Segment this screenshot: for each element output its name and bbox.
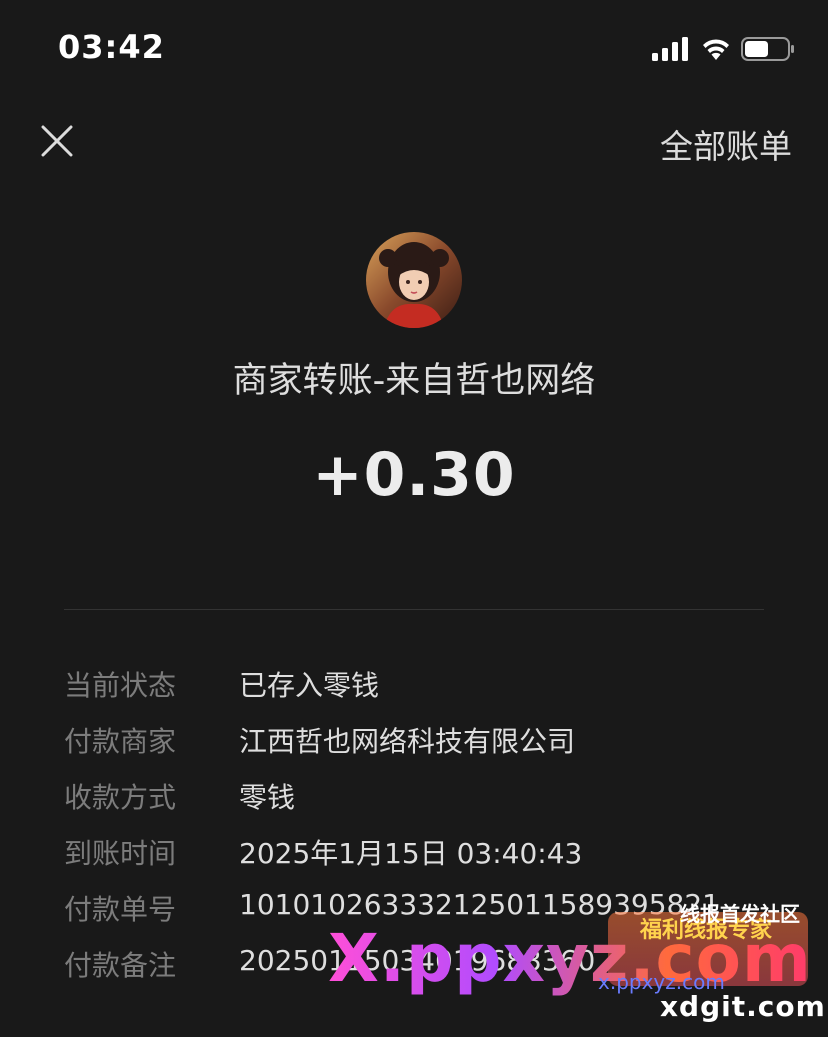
detail-label: 到账时间 [64, 837, 177, 870]
transaction-amount: +0.30 [312, 440, 516, 510]
watermark-domain: xdgit.com [660, 990, 826, 1023]
nav-bar: 全部账单 [0, 110, 828, 170]
detail-value[interactable]: 101010263332125011589395821 [239, 888, 720, 921]
all-bills-link[interactable]: 全部账单 [660, 120, 792, 168]
merchant-avatar [366, 232, 462, 328]
detail-label: 付款备注 [64, 949, 177, 982]
detail-label: 收款方式 [64, 781, 177, 814]
wifi-icon [703, 39, 729, 60]
battery-icon [741, 37, 794, 61]
transaction-title: 商家转账-来自哲也网络 [232, 361, 596, 401]
detail-value: 已存入零钱 [239, 669, 380, 702]
detail-row-method: 收款方式 零钱 [64, 768, 804, 824]
cellular-signal-icon [652, 37, 688, 61]
status-bar: 03:42 [0, 0, 828, 100]
divider [64, 609, 764, 610]
detail-label: 付款单号 [64, 893, 177, 926]
detail-label: 付款商家 [64, 725, 177, 758]
detail-row-status: 当前状态 已存入零钱 [64, 656, 804, 712]
detail-value: 零钱 [239, 781, 296, 814]
detail-row-merchant: 付款商家 江西哲也网络科技有限公司 [64, 712, 804, 768]
detail-value: 江西哲也网络科技有限公司 [239, 725, 576, 758]
status-time: 03:42 [58, 28, 165, 66]
close-icon[interactable] [38, 122, 76, 160]
detail-row-remark: 付款备注 20250115034019683360 [64, 936, 804, 992]
detail-row-time: 到账时间 2025年1月15日 03:40:43 [64, 824, 804, 880]
detail-label: 当前状态 [64, 669, 177, 702]
detail-row-order-number: 付款单号 101010263332125011589395821 [64, 880, 804, 936]
detail-value: 2025年1月15日 03:40:43 [239, 837, 583, 870]
detail-value: 20250115034019683360 [239, 944, 596, 977]
transaction-details: 当前状态 已存入零钱 付款商家 江西哲也网络科技有限公司 收款方式 零钱 到账时… [64, 656, 804, 992]
